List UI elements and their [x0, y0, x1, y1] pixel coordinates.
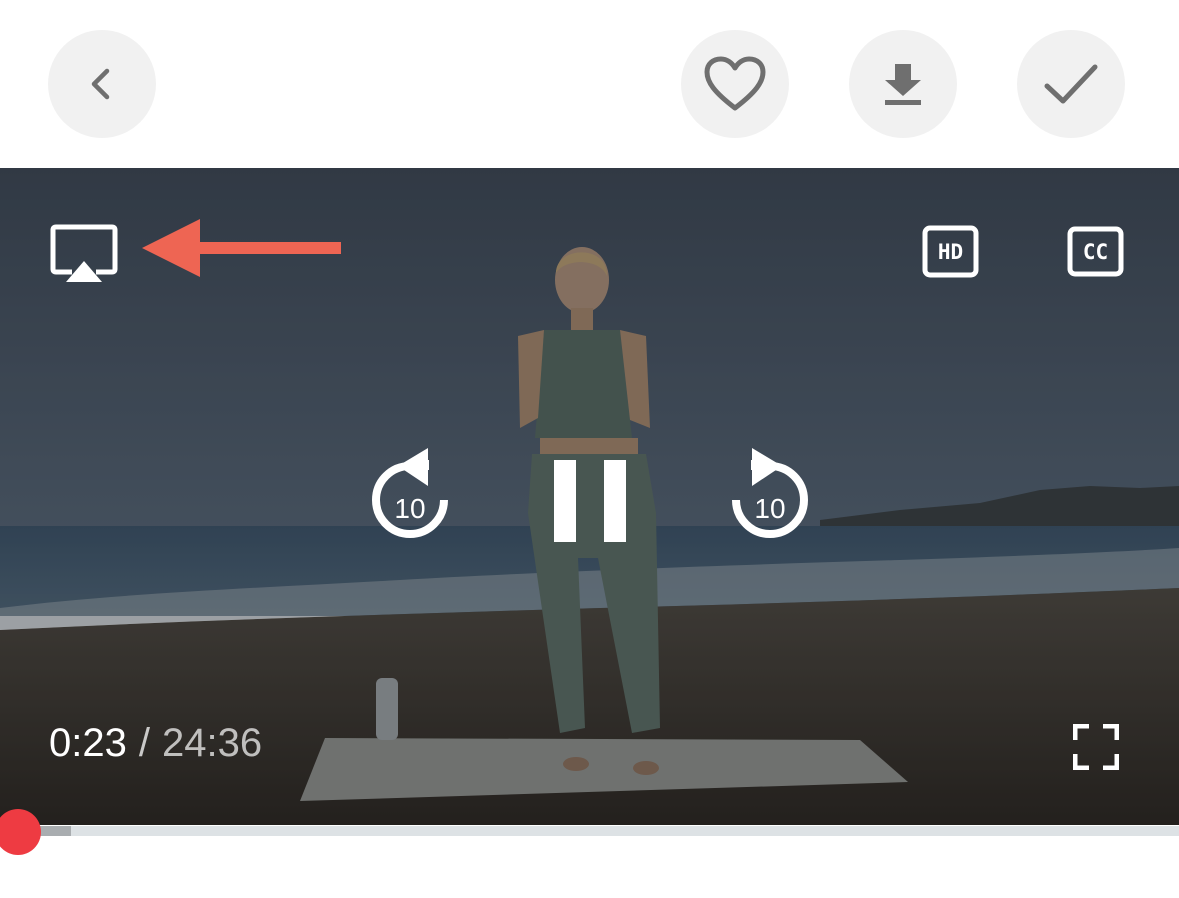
checkmark-icon — [1044, 64, 1098, 104]
download-icon — [885, 64, 921, 105]
playback-time: 0:23/24:36 — [49, 721, 262, 765]
pause-button[interactable] — [552, 460, 628, 542]
fullscreen-icon — [1073, 724, 1119, 770]
closed-captions-button[interactable]: CC — [1067, 226, 1125, 283]
progress-thumb[interactable] — [0, 809, 41, 855]
forward-10-button[interactable]: 10 — [720, 444, 820, 559]
back-button[interactable] — [48, 30, 156, 138]
top-bar — [0, 0, 1179, 168]
duration: 24:36 — [161, 721, 263, 765]
pause-icon — [554, 460, 626, 542]
hd-button[interactable]: HD — [922, 225, 980, 284]
heart-outline-icon — [704, 56, 766, 111]
rewind-10-button[interactable]: 10 — [360, 444, 460, 559]
airplay-icon — [50, 224, 118, 282]
forward-seconds-label: 10 — [754, 493, 785, 524]
chevron-left-icon — [91, 68, 110, 100]
mark-complete-button[interactable] — [1017, 30, 1125, 138]
rewind-seconds-label: 10 — [394, 493, 425, 524]
progress-track[interactable] — [0, 826, 1179, 836]
favorite-button[interactable] — [681, 30, 789, 138]
download-button[interactable] — [849, 30, 957, 138]
video-player[interactable]: HD CC 10 10 0:23 / 24:36 — [0, 168, 1179, 825]
current-time: 0:23 — [49, 721, 127, 765]
airplay-button[interactable] — [50, 224, 120, 284]
time-separator: / — [138, 721, 150, 765]
hd-label: HD — [938, 240, 963, 264]
fullscreen-button[interactable] — [1073, 724, 1119, 770]
cc-label: CC — [1083, 240, 1108, 264]
annotation-arrow — [142, 219, 341, 277]
